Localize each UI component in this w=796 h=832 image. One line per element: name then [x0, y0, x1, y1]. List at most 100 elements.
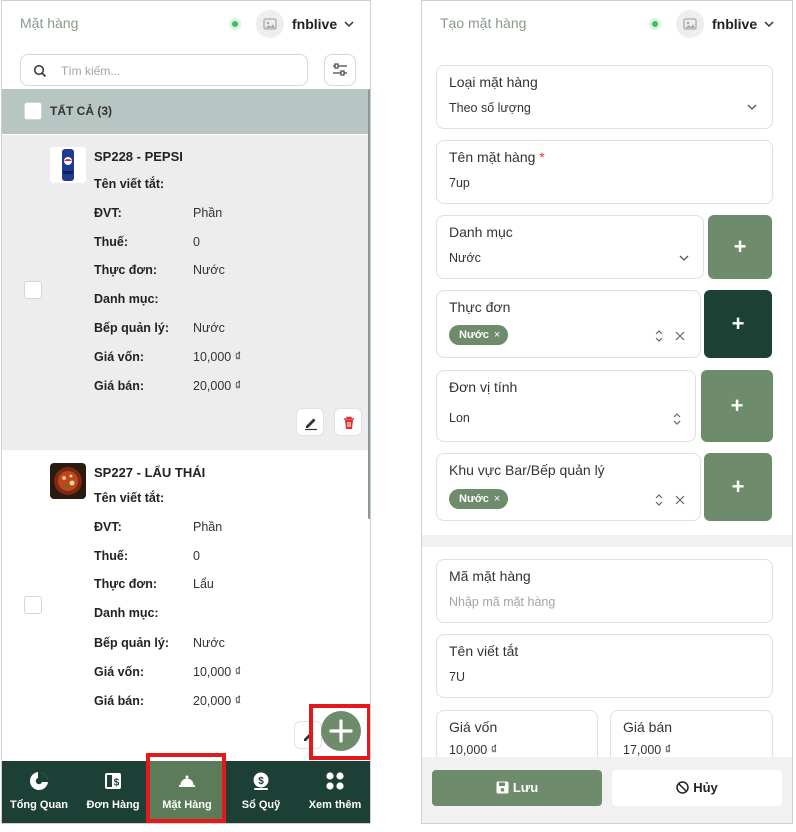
field-label: Tên mặt hàng *	[449, 149, 545, 165]
avatar[interactable]	[256, 10, 284, 38]
close-icon: ×	[493, 493, 501, 505]
field-value: Nước	[193, 263, 225, 277]
clear-icon[interactable]	[675, 331, 685, 341]
field-label: Thuế:	[94, 549, 129, 563]
menu-multiselect[interactable]: Thực đơn Nước ×	[436, 290, 701, 358]
pie-chart-icon	[30, 772, 48, 790]
nav-label: Xem thêm	[308, 799, 362, 811]
grid-icon	[326, 772, 344, 790]
field-value: 20,000 ₫	[193, 379, 242, 393]
nav-tong-quan[interactable]: Tổng Quan	[2, 761, 76, 823]
field-placeholder: Nhập mã mặt hàng	[449, 595, 556, 609]
filter-button[interactable]	[324, 54, 356, 86]
kitchen-chip[interactable]: Nước ×	[449, 489, 509, 509]
avatar[interactable]	[676, 10, 704, 38]
svg-text:$: $	[258, 776, 264, 787]
menu-chip[interactable]: Nước ×	[449, 325, 509, 345]
plus-icon: +	[730, 393, 744, 418]
nav-so-quy[interactable]: $ Sổ Quỹ	[224, 761, 298, 823]
money-bag-icon: $	[253, 772, 269, 790]
close-icon: ×	[493, 329, 501, 341]
field-value: Nước	[449, 251, 481, 265]
field-label: ĐVT:	[94, 206, 122, 220]
username[interactable]: fnblive	[712, 16, 757, 32]
plus-icon: +	[731, 474, 745, 499]
scrollbar[interactable]	[368, 89, 370, 519]
field-value: Lon	[449, 411, 470, 425]
field-value: 7up	[449, 176, 470, 190]
add-category-button[interactable]: +	[708, 215, 772, 279]
chevron-down-icon[interactable]	[344, 20, 354, 28]
form-section: Mã mặt hàng Nhập mã mặt hàng Tên viết tắ…	[422, 547, 792, 774]
chevron-down-icon	[679, 255, 689, 261]
add-kitchen-area-button[interactable]: +	[704, 453, 772, 521]
field-label: Giá vốn:	[94, 350, 145, 364]
item-checkbox[interactable]	[24, 281, 42, 299]
clear-icon[interactable]	[675, 495, 685, 505]
field-label: Giá bán:	[94, 694, 145, 708]
unit-select[interactable]: Đơn vị tính Lon	[436, 370, 696, 442]
item-title: SP227 - LẨU THÁI	[94, 465, 206, 480]
create-item-panel: Tạo mặt hàng fnblive Loại mặt hàng Theo …	[421, 0, 793, 824]
sort-icon	[673, 413, 681, 425]
search-input[interactable]	[61, 61, 291, 81]
field-label: Giá bán	[623, 719, 673, 735]
trash-icon	[344, 416, 354, 429]
select-all-checkbox[interactable]	[24, 102, 42, 120]
field-label: Thực đơn:	[94, 577, 158, 591]
field-label: Loại mặt hàng	[449, 74, 538, 90]
field-label: ĐVT:	[94, 520, 122, 534]
select-all-label: TẤT CẢ (3)	[50, 104, 112, 118]
add-unit-button[interactable]: +	[701, 370, 773, 442]
field-value: 10,000 ₫	[193, 350, 242, 364]
list-item[interactable]: SP228 - PEPSI Tên viết tắt: ĐVT: Phần Th…	[2, 135, 368, 450]
item-title: SP228 - PEPSI	[94, 149, 183, 164]
search-icon	[33, 64, 47, 78]
field-value: Nước	[193, 321, 225, 335]
category-select[interactable]: Danh mục Nước	[436, 215, 704, 279]
field-value: 0	[193, 549, 200, 563]
short-name-field[interactable]: Tên viết tắt 7U	[436, 634, 773, 698]
username[interactable]: fnblive	[292, 16, 337, 32]
field-label: Giá bán:	[94, 379, 145, 393]
ban-icon	[676, 781, 689, 794]
nav-label: Sổ Quỹ	[241, 799, 281, 811]
nav-label: Đơn Hàng	[86, 799, 140, 811]
edit-button[interactable]	[296, 408, 324, 436]
field-value: Phần	[193, 520, 223, 534]
field-label: Khu vực Bar/Bếp quản lý	[449, 462, 605, 478]
item-list-panel: Mặt hàng fnblive TẤT CẢ (3) SP228 - PEPS…	[1, 0, 371, 824]
field-value: Phần	[193, 206, 223, 220]
field-value: 17,000 ₫	[623, 743, 672, 757]
cancel-button[interactable]: Hủy	[612, 770, 782, 806]
save-button[interactable]: Lưu	[432, 770, 602, 806]
page-title: Tạo mặt hàng	[440, 15, 527, 31]
field-label: Danh mục:	[94, 292, 159, 306]
field-label: Tên viết tắt:	[94, 491, 165, 505]
form-section: Loại mặt hàng Theo số lượng Tên mặt hàng…	[422, 47, 792, 535]
chevron-down-icon	[747, 104, 757, 110]
item-name-field[interactable]: Tên mặt hàng * 7up	[436, 140, 773, 204]
nav-don-hang[interactable]: $ Đơn Hàng	[76, 761, 150, 823]
item-checkbox[interactable]	[24, 596, 42, 614]
sliders-icon	[333, 63, 347, 76]
page-title: Mặt hàng	[20, 15, 79, 31]
chevron-down-icon[interactable]	[764, 20, 774, 28]
field-label: Thực đơn:	[94, 263, 158, 277]
field-value: 7U	[449, 670, 465, 684]
search-box[interactable]	[20, 54, 308, 86]
delete-button[interactable]	[334, 408, 362, 436]
item-type-select[interactable]: Loại mặt hàng Theo số lượng	[436, 65, 773, 129]
online-status-icon	[229, 18, 241, 30]
item-code-field[interactable]: Mã mặt hàng Nhập mã mặt hàng	[436, 559, 773, 623]
add-menu-button[interactable]: +	[704, 290, 772, 358]
highlight-box	[146, 753, 226, 823]
sort-icon[interactable]	[654, 329, 664, 343]
nav-label: Tổng Quan	[9, 799, 69, 811]
nav-xem-them[interactable]: Xem thêm	[298, 761, 370, 823]
sort-icon[interactable]	[654, 493, 664, 507]
product-image	[50, 147, 86, 183]
svg-text:$: $	[114, 778, 120, 789]
field-label: Danh mục	[449, 224, 513, 240]
kitchen-area-multiselect[interactable]: Khu vực Bar/Bếp quản lý Nước ×	[436, 453, 701, 521]
